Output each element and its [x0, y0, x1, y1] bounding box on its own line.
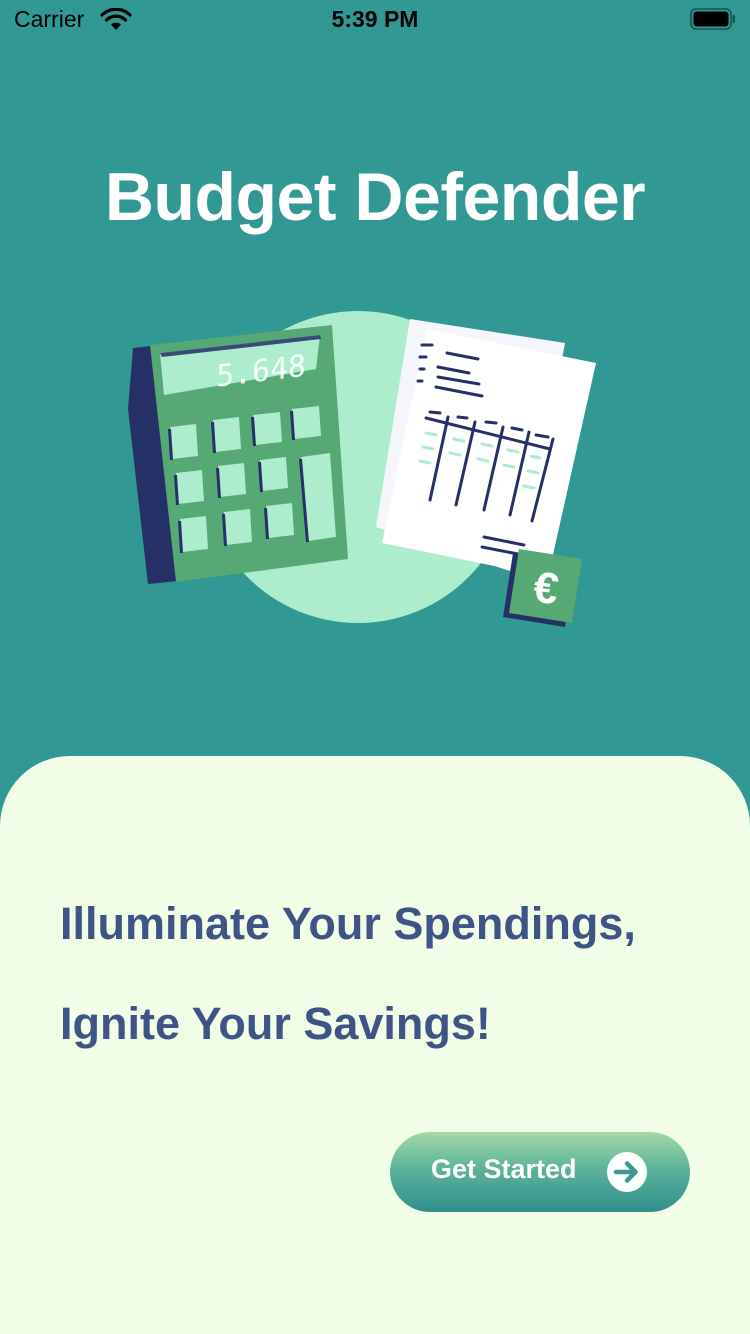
tagline-line-2: Ignite Your Savings! — [60, 998, 491, 1049]
arrow-right-circle-icon — [607, 1152, 647, 1192]
status-bar: Carrier 5:39 PM — [0, 0, 750, 40]
budget-illustration: € 5.648 — [128, 311, 596, 627]
tagline-line-1: Illuminate Your Spendings, — [60, 898, 636, 949]
app-title: Budget Defender — [104, 159, 646, 235]
status-time: 5:39 PM — [331, 6, 419, 32]
battery-icon — [690, 8, 735, 30]
get-started-button[interactable]: Get Started — [390, 1132, 690, 1212]
get-started-label: Get Started — [431, 1154, 577, 1184]
